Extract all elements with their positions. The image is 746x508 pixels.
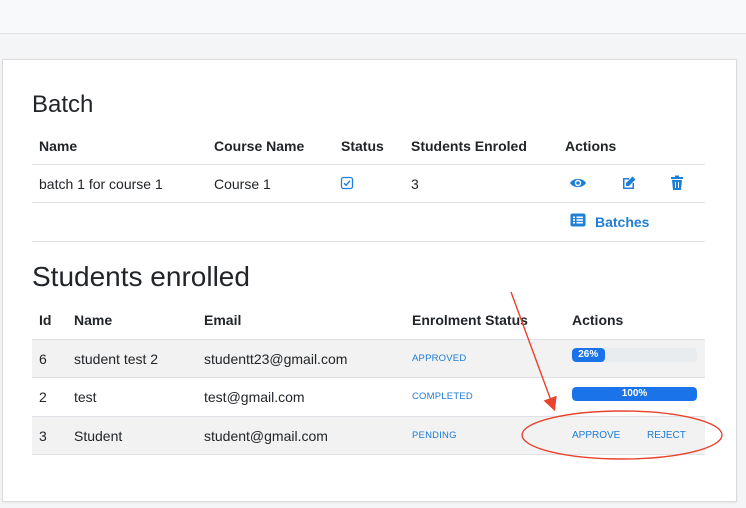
batch-row-students: 3 <box>411 176 419 192</box>
batch-col-course: Course Name <box>214 138 305 154</box>
status-badge: APPROVED <box>412 353 467 364</box>
students-col-email: Email <box>204 312 242 328</box>
student-email: student@gmail.com <box>204 428 328 444</box>
eye-icon[interactable] <box>569 176 587 195</box>
students-heading: Students enrolled <box>32 261 250 292</box>
students-col-name: Name <box>74 312 113 328</box>
batch-row-name: batch 1 for course 1 <box>39 176 163 192</box>
batch-heading: Batch <box>32 91 94 118</box>
batch-col-status: Status <box>341 138 384 154</box>
checkbox-icon[interactable] <box>340 176 354 195</box>
student-email: studentt23@gmail.com <box>204 351 348 367</box>
list-icon <box>570 213 586 230</box>
batch-row-divider <box>32 202 705 203</box>
edit-icon[interactable] <box>621 175 637 196</box>
student-email: test@gmail.com <box>204 389 305 405</box>
trash-icon[interactable] <box>670 175 684 196</box>
reject-button[interactable]: REJECT <box>647 430 686 442</box>
students-row-divider <box>32 454 705 455</box>
students-col-actions: Actions <box>572 312 624 328</box>
top-bar <box>0 0 746 34</box>
students-row-divider <box>32 416 705 417</box>
progress-fill: 100% <box>572 387 697 401</box>
students-col-status: Enrolment Status <box>412 312 528 328</box>
approve-button[interactable]: APPROVE <box>572 430 620 442</box>
batches-button[interactable]: Batches <box>570 213 649 230</box>
students-header-divider <box>32 339 705 340</box>
student-id: 6 <box>39 351 47 367</box>
progress-bar: 26% <box>572 348 697 362</box>
student-id: 2 <box>39 389 47 405</box>
student-name: Student <box>74 428 123 444</box>
status-badge: PENDING <box>412 430 457 441</box>
batch-col-students: Students Enroled <box>411 138 527 154</box>
student-id: 3 <box>39 428 47 444</box>
status-badge: COMPLETED <box>412 391 473 402</box>
batch-col-actions: Actions <box>565 138 617 154</box>
content-card: Batch Name Course Name Status Students E… <box>2 59 737 502</box>
students-row-divider <box>32 377 705 378</box>
progress-bar: 100% <box>572 387 697 401</box>
batch-header-divider <box>32 164 705 165</box>
progress-fill: 26% <box>572 348 605 362</box>
batch-section-divider <box>32 241 705 242</box>
student-name: test <box>74 389 97 405</box>
students-col-id: Id <box>39 312 52 328</box>
student-name: student test 2 <box>74 351 159 367</box>
batches-label: Batches <box>595 213 650 230</box>
batch-col-name: Name <box>39 138 78 154</box>
batch-row-course: Course 1 <box>214 176 271 192</box>
